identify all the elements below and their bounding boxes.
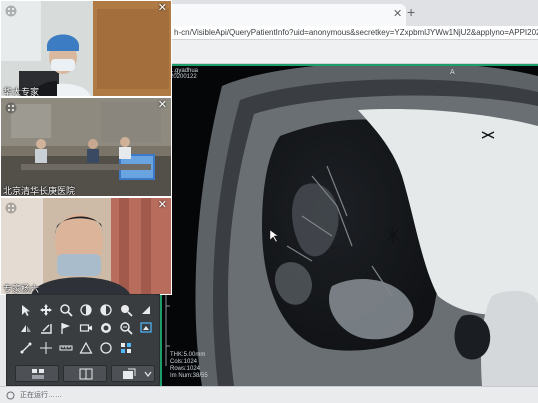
image-info: THK:5.00mm Cols:1024 Rows:1024 Im Num:38… [170,352,208,380]
flip-icon[interactable] [19,321,33,335]
layout-icon [32,369,44,379]
video-feed-2 [1,98,171,196]
angle-icon[interactable] [39,321,53,335]
video-menu-icon[interactable] [5,202,17,214]
ruler-icon[interactable] [59,341,73,355]
video-feed-3 [1,198,171,294]
tab-close-icon[interactable]: ✕ [393,8,402,20]
magnify-icon[interactable] [119,303,133,317]
export-icon [123,368,136,379]
patient-id: 20200122 [170,74,197,80]
image-number: Im Num:38/55 [170,373,208,379]
layout-button[interactable] [15,365,59,382]
grid-layout-button[interactable] [63,365,107,382]
image-rows: Rows:1024 [170,366,201,372]
zoom-icon[interactable] [59,303,73,317]
video-close-icon[interactable]: ✕ [158,99,167,111]
pointer-icon[interactable] [19,303,33,317]
image-cols: Cols:1024 [170,359,198,365]
rotate-icon[interactable] [139,303,153,317]
browser-tab-bar: ​ ✕ + [160,0,538,26]
ct-scan-image[interactable] [162,66,538,386]
dicom-tools-panel [6,294,160,386]
measure-icon[interactable] [19,341,33,355]
window-icon[interactable] [99,303,113,317]
viewer-toolbar [160,40,538,64]
triangle-icon[interactable] [79,341,93,355]
video-close-icon[interactable]: ✕ [158,199,167,211]
video-pane-3[interactable]: ✕ 专家杨六 [0,197,172,295]
video-pane-2[interactable]: ✕ 北京清华长庚医院 [0,97,172,197]
video-icon[interactable] [79,321,93,335]
address-bar[interactable]: h-cn/VisibleApi/QueryPatientInfo?uid=ano… [160,26,538,40]
grid-icon[interactable] [119,341,133,355]
contrast-icon[interactable] [79,303,93,317]
frame-icon[interactable] [139,321,153,335]
grid-layout-icon [79,368,93,380]
circle-icon[interactable] [99,341,113,355]
video-label-1: 华大专家 [3,87,40,97]
pan-icon[interactable] [39,303,53,317]
slice-thickness: THK:5.00mm [170,352,206,358]
ct-image-viewer[interactable]: ...gyadhua 20200122 A THK:5.00mm Cols:10… [160,64,538,386]
url-text[interactable]: h-cn/VisibleApi/QueryPatientInfo?uid=ano… [174,26,538,40]
video-close-icon[interactable]: ✕ [158,2,167,14]
invert-icon[interactable] [99,321,113,335]
video-label-2: 北京清华长庚医院 [3,186,76,196]
status-indicator-icon [6,391,15,400]
video-feed-1 [1,1,171,96]
chevron-down-icon[interactable] [144,371,152,377]
export-button[interactable] [111,365,155,382]
flag-icon[interactable] [59,321,73,335]
orientation-label: A [450,69,455,76]
crosshair-icon[interactable] [39,341,53,355]
video-pane-1[interactable]: ✕ 华大专家 [0,0,172,97]
video-menu-icon[interactable] [5,5,17,17]
status-text: 正在运行…… [20,392,62,399]
screen: ​ ✕ + h-cn/VisibleApi/QueryPatientInfo?u… [0,0,538,403]
video-menu-icon[interactable] [5,102,17,114]
status-bar: 正在运行…… [0,386,538,403]
search-icon[interactable] [119,321,133,335]
new-tab-button[interactable]: + [407,4,415,20]
browser-tab[interactable]: ​ ✕ [166,4,406,26]
